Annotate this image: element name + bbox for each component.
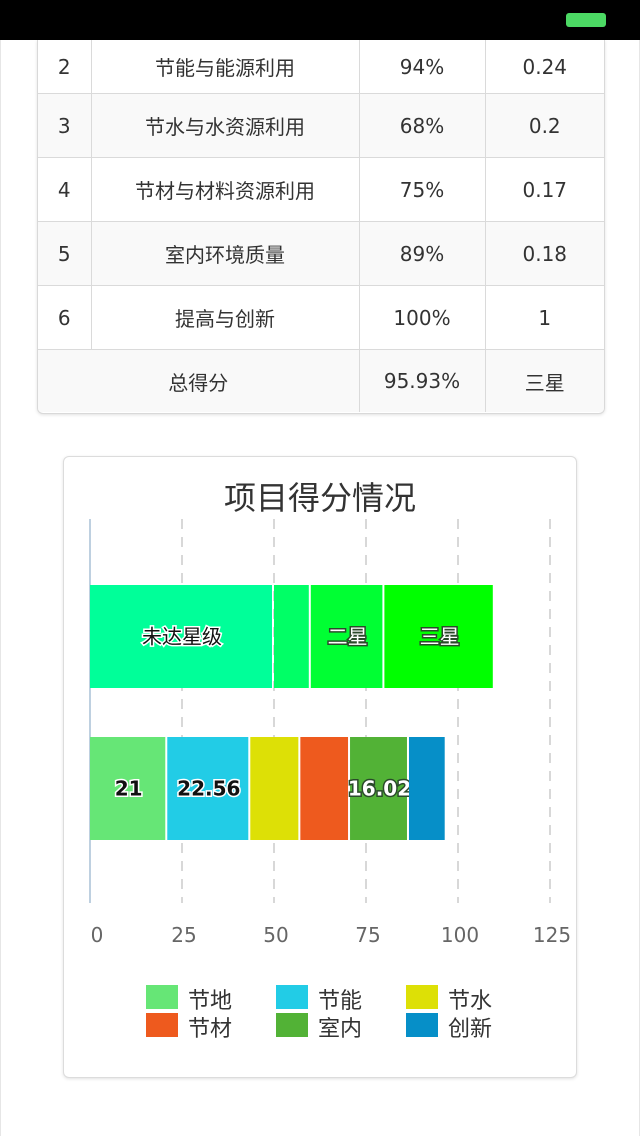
row-rate: 94% — [359, 40, 486, 94]
legend-label: 创新 — [448, 1017, 493, 1042]
row-category: 节能与能源利用 — [91, 40, 360, 94]
score-table: 2 节能与能源利用 94% 0.24 3 节水与水资源利用 68% 0.2 4 … — [38, 40, 604, 412]
row-rate: 68% — [359, 93, 486, 158]
x-tick-label: 75 — [355, 923, 380, 947]
x-tick-label: 0 — [91, 923, 104, 947]
score-table-card: 2 节能与能源利用 94% 0.24 3 节水与水资源利用 68% 0.2 4 … — [37, 40, 605, 414]
table-row: 5 室内环境质量 89% 0.18 — [38, 221, 604, 286]
row-number: 5 — [38, 221, 92, 286]
bar-segment — [274, 585, 309, 688]
x-tick-label: 125 — [533, 923, 571, 947]
x-tick-label: 50 — [263, 923, 288, 947]
row-number: 3 — [38, 93, 92, 158]
x-tick-label: 100 — [441, 923, 479, 947]
score-chart-card: 项目得分情况 0 25 50 75 100 125 未达星级 二星 三星 21 22.56 16.02… — [63, 456, 577, 1078]
table-row: 2 节能与能源利用 94% 0.24 — [38, 40, 604, 94]
row-number: 4 — [38, 157, 92, 222]
x-tick-label: 25 — [171, 923, 196, 947]
row-category: 提高与创新 — [91, 285, 360, 350]
row-category: 节水与水资源利用 — [91, 93, 360, 158]
row-category: 节材与材料资源利用 — [91, 157, 360, 222]
legend-swatch — [276, 985, 308, 1009]
table-row: 3 节水与水资源利用 68% 0.2 — [38, 93, 604, 158]
table-row: 6 提高与创新 100% 1 — [38, 285, 604, 350]
legend-label: 室内 — [318, 1017, 363, 1042]
page-edge-left — [0, 40, 1, 1136]
bar-data-label: 三星 — [420, 625, 460, 649]
battery-icon — [566, 13, 606, 27]
bar-data-label: 21 — [115, 777, 143, 801]
bar-data-label: 未达星级 — [142, 625, 222, 649]
legend-swatch — [406, 985, 438, 1009]
legend-swatch — [146, 985, 178, 1009]
row-category: 室内环境质量 — [91, 221, 360, 286]
legend-swatch — [406, 1013, 438, 1037]
total-rate: 95.93% — [359, 349, 486, 412]
legend-swatch — [146, 1013, 178, 1037]
bar-segment — [408, 737, 445, 840]
row-weight: 0.24 — [485, 40, 604, 94]
total-label: 总得分 — [38, 349, 360, 412]
table-total-row: 总得分 95.93% 三星 — [38, 349, 604, 412]
bar-segment — [300, 737, 349, 840]
total-grade: 三星 — [485, 349, 604, 412]
row-rate: 100% — [359, 285, 486, 350]
row-weight: 0.18 — [485, 221, 604, 286]
row-rate: 75% — [359, 157, 486, 222]
row-weight: 0.2 — [485, 93, 604, 158]
row-rate: 89% — [359, 221, 486, 286]
status-bar — [0, 0, 640, 40]
legend-swatch — [276, 1013, 308, 1037]
bar-segment — [250, 737, 299, 840]
row-weight: 1 — [485, 285, 604, 350]
row-number: 6 — [38, 285, 92, 350]
bar-data-label: 二星 — [328, 625, 368, 649]
bar-data-label: 16.02 — [348, 777, 411, 801]
row-number: 2 — [38, 40, 92, 94]
legend-label: 节材 — [188, 1017, 233, 1042]
bar-data-label: 22.56 — [177, 777, 240, 801]
table-row: 4 节材与材料资源利用 75% 0.17 — [38, 157, 604, 222]
row-weight: 0.17 — [485, 157, 604, 222]
